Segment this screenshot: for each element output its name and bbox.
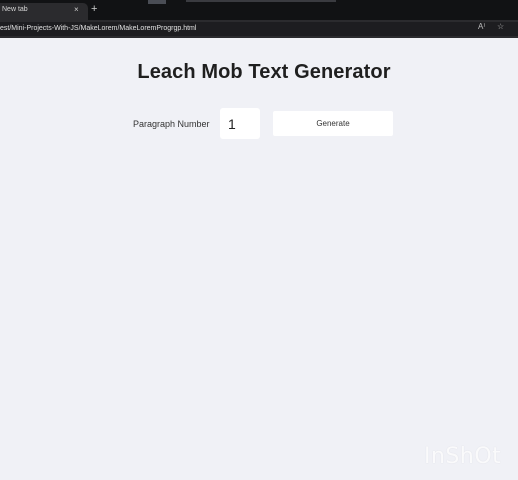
tab-title: New tab (2, 6, 28, 13)
url-field[interactable]: est/Mini-Projects-With-JS/MakeLorem/Make… (0, 22, 518, 36)
read-aloud-icon[interactable]: A⁾ (478, 22, 485, 32)
generate-button[interactable]: Generate (273, 111, 393, 136)
browser-tab[interactable]: New tab × (0, 3, 88, 20)
page-title: Leach Mob Text Generator (137, 61, 391, 83)
url-text: est/Mini-Projects-With-JS/MakeLorem/Make… (0, 25, 197, 32)
close-icon[interactable]: × (74, 5, 79, 14)
favorite-star-icon[interactable]: ☆ (497, 22, 504, 32)
browser-address-bar: est/Mini-Projects-With-JS/MakeLorem/Make… (0, 20, 518, 38)
paragraph-number-label: Paragraph Number (133, 119, 210, 129)
inshot-watermark: InShOt (424, 444, 502, 469)
window-thumbnail (148, 0, 166, 4)
new-tab-icon[interactable]: + (91, 4, 97, 15)
browser-tab-strip: New tab × + (0, 0, 518, 20)
paragraph-number-input[interactable] (220, 108, 260, 139)
title-strip (186, 0, 336, 2)
